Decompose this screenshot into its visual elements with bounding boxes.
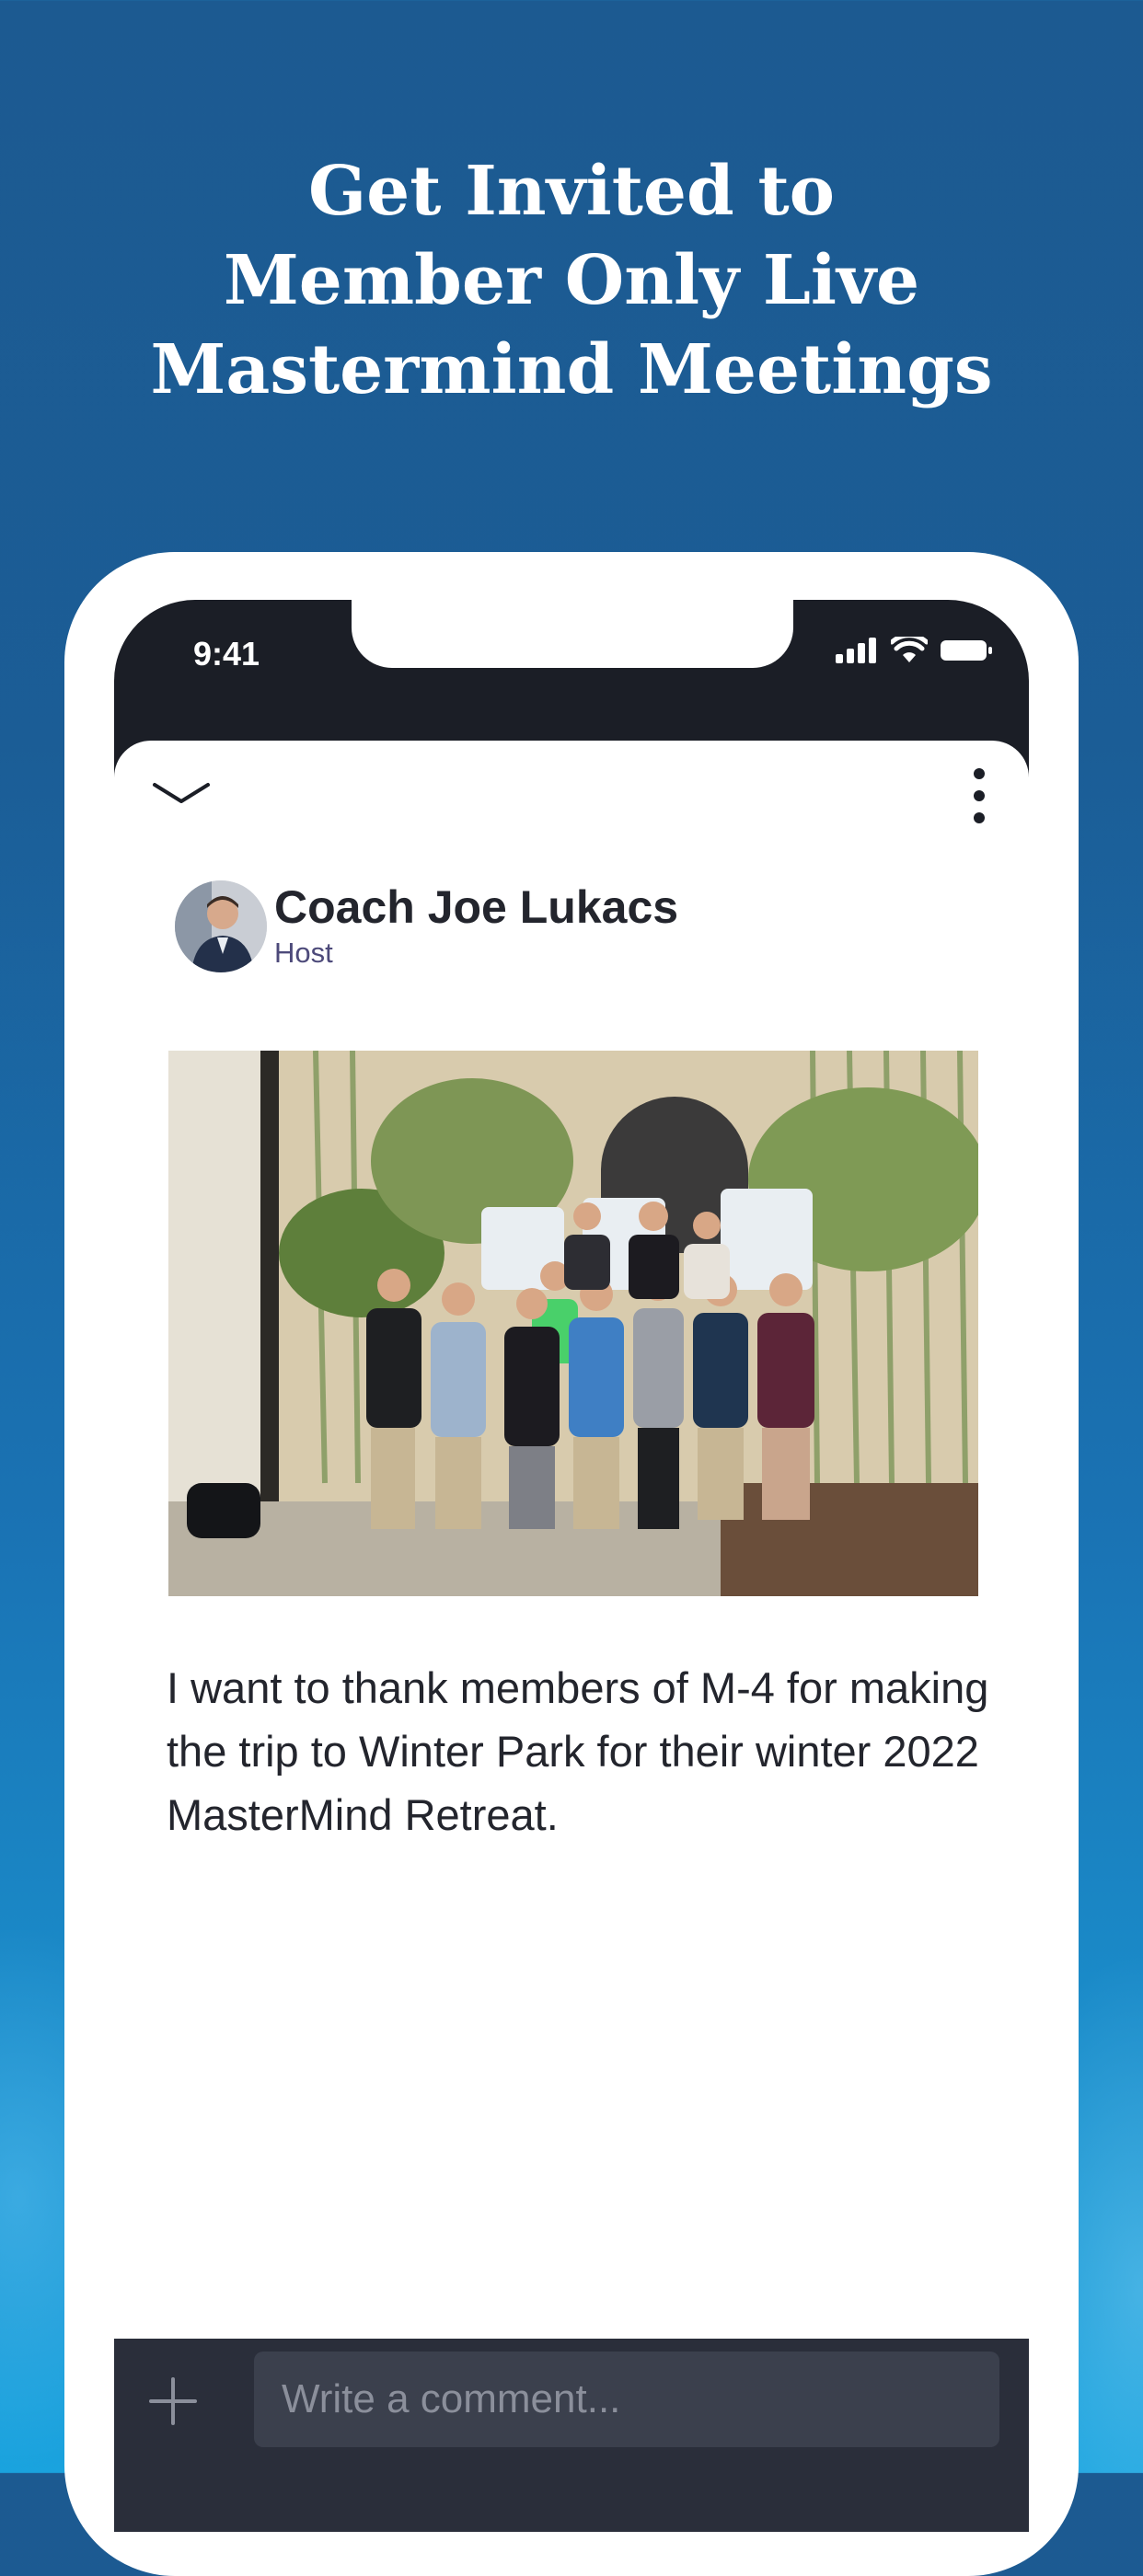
battery-icon (941, 640, 992, 661)
status-icons (836, 637, 992, 664)
more-vertical-icon (974, 768, 985, 779)
chevron-down-icon (153, 783, 210, 803)
author-role: Host (274, 937, 333, 969)
author-avatar[interactable] (175, 880, 267, 972)
post-photo[interactable] (168, 1051, 978, 1596)
more-options-button[interactable] (968, 768, 990, 823)
headline-line-1: Get Invited to (307, 152, 836, 231)
headline-line-3: Mastermind Meetings (150, 330, 993, 409)
add-attachment-button[interactable] (147, 2375, 199, 2427)
comment-input[interactable] (254, 2352, 999, 2447)
post-sheet: Coach Joe Lukacs Host I want to thank me… (114, 741, 1029, 2489)
signal-icon (836, 638, 876, 663)
comment-bar (114, 2339, 1029, 2532)
post-body: I want to thank members of M-4 for makin… (167, 1663, 989, 1839)
promo-headline: Get Invited to Member Only Live Mastermi… (0, 147, 1143, 415)
phone-notch (352, 600, 793, 668)
plus-icon (149, 2377, 197, 2425)
headline-line-2: Member Only Live (223, 241, 920, 320)
wifi-icon (891, 637, 928, 662)
author-name[interactable]: Coach Joe Lukacs (274, 880, 678, 934)
status-time: 9:41 (193, 635, 260, 673)
phone-screen: 9:41 Coach Joe Lukacs Host I want to tha… (114, 600, 1029, 2532)
collapse-button[interactable] (149, 776, 214, 812)
